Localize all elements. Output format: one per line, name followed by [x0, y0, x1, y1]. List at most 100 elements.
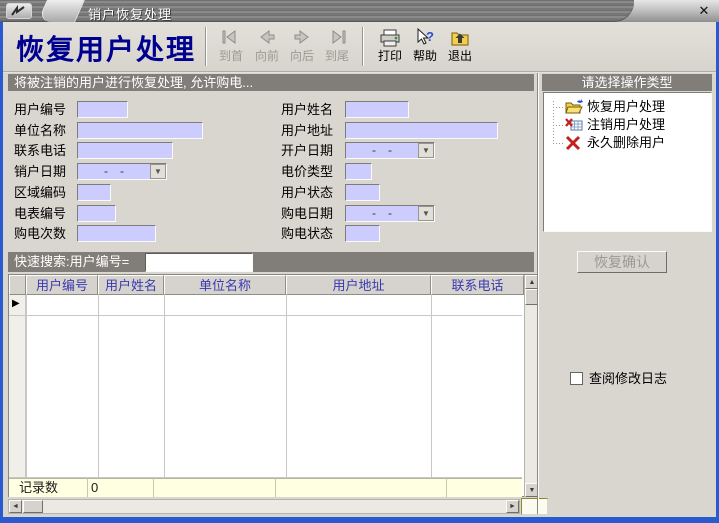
user-name-field[interactable]	[345, 101, 409, 118]
open-folder-icon	[564, 98, 584, 116]
printer-icon	[372, 25, 408, 49]
tree-item-delete-user[interactable]: 永久删除用户	[553, 134, 708, 152]
search-input[interactable]	[145, 253, 253, 272]
region-code-field[interactable]	[77, 184, 111, 201]
unit-name-field[interactable]	[77, 122, 203, 139]
table-header-unit-name[interactable]: 单位名称	[164, 275, 286, 295]
nav-next-button[interactable]: 向后	[284, 25, 320, 69]
nav-last-button[interactable]: 到尾	[319, 25, 355, 69]
panel-divider	[537, 73, 539, 514]
view-log-label: 查阅修改日志	[589, 370, 667, 387]
field-label-user-id: 用户编号	[14, 101, 66, 118]
table-header-user-address[interactable]: 用户地址	[286, 275, 431, 295]
user-address-field[interactable]	[345, 122, 498, 139]
chevron-down-icon[interactable]: ▼	[150, 164, 166, 179]
field-label-user-status: 用户状态	[281, 184, 333, 201]
cancel-date-combo[interactable]: - - ▼	[77, 163, 167, 180]
title-bar: 销户恢复处理 ✕	[0, 0, 719, 22]
svg-text:?: ?	[426, 29, 434, 44]
grid-column-line	[164, 295, 165, 478]
grid-column-line	[431, 295, 432, 478]
grid-column-line	[98, 295, 99, 478]
record-count-label: 记录数	[19, 479, 58, 496]
field-label-purchase-date: 购电日期	[281, 205, 333, 222]
purchase-count-field[interactable]	[77, 225, 156, 242]
field-label-purchase-count: 购电次数	[14, 225, 66, 242]
field-label-unit-name: 单位名称	[14, 122, 66, 139]
user-id-field[interactable]	[77, 101, 128, 118]
user-table: 用户编号 用户姓名 单位名称 用户地址 联系电话 ▶ 记录数 0 ▲ ▼	[8, 274, 538, 497]
operation-type-header: 请选择操作类型	[542, 74, 712, 91]
purchase-date-combo[interactable]: - - ▼	[345, 205, 435, 222]
field-label-user-name: 用户姓名	[281, 101, 333, 118]
field-label-purchase-status: 购电状态	[281, 225, 333, 242]
delete-user-icon	[564, 134, 584, 152]
window-title: 销户恢复处理	[88, 4, 172, 22]
record-count-value: 0	[91, 479, 98, 496]
field-label-price-type: 电价类型	[281, 163, 333, 180]
quick-search-label: 快速搜索:用户编号=	[14, 254, 129, 269]
table-selector-header	[9, 275, 26, 295]
field-label-cancel-date: 销户日期	[14, 163, 66, 180]
nav-prev-button[interactable]: 向前	[249, 25, 285, 69]
chevron-down-icon[interactable]: ▼	[418, 143, 434, 158]
page-title: 恢复用户处理	[16, 28, 196, 68]
field-label-region-code: 区域编码	[14, 184, 66, 201]
grid-column-line	[286, 295, 287, 478]
toolbar: 恢复用户处理 到首 向前 向后 到尾	[3, 22, 716, 71]
prev-record-icon	[249, 25, 285, 49]
nav-first-button[interactable]: 到首	[213, 25, 249, 69]
scroll-right-icon[interactable]: ►	[506, 500, 519, 513]
row-selector-column	[9, 295, 26, 478]
summary-cell-line	[153, 478, 154, 497]
deregister-user-icon	[564, 116, 584, 134]
window-border-left	[0, 22, 3, 523]
view-log-checkbox[interactable]	[570, 372, 583, 385]
grid-column-line	[26, 295, 27, 478]
tree-item-deregister-user[interactable]: 注销用户处理	[553, 116, 708, 134]
last-record-icon	[319, 25, 355, 49]
toolbar-separator	[362, 27, 364, 66]
close-icon[interactable]: ✕	[695, 3, 713, 19]
meter-id-field[interactable]	[77, 205, 116, 222]
purchase-status-field[interactable]	[345, 225, 380, 242]
tree-line	[553, 107, 564, 108]
app-window: 销户恢复处理 ✕ 恢复用户处理 到首 向前 向后	[0, 0, 719, 523]
horizontal-scrollbar-thumb[interactable]	[23, 500, 43, 513]
summary-cell-line	[275, 478, 276, 497]
operation-tree: 恢复用户处理 注销用户处理 永久删除用户	[543, 92, 712, 232]
scroll-left-icon[interactable]: ◄	[9, 500, 22, 513]
app-logo-icon	[6, 3, 32, 19]
grid-corner-box	[521, 498, 548, 515]
tree-line	[553, 125, 564, 126]
exit-button[interactable]: 退出	[442, 25, 478, 69]
field-label-open-date: 开户日期	[281, 142, 333, 159]
summary-cell-line	[446, 478, 447, 497]
open-date-combo[interactable]: - - ▼	[345, 142, 435, 159]
table-row[interactable]	[9, 315, 522, 316]
table-header-user-id[interactable]: 用户编号	[26, 275, 98, 295]
help-button[interactable]: ? 帮助	[407, 25, 443, 69]
table-vertical-scrollbar[interactable]: ▲ ▼	[524, 275, 538, 497]
field-label-phone: 联系电话	[14, 142, 66, 159]
table-header-user-name[interactable]: 用户姓名	[98, 275, 164, 295]
window-border-bottom	[0, 517, 719, 523]
field-label-user-address: 用户地址	[281, 122, 333, 139]
help-cursor-icon: ?	[407, 25, 443, 49]
form-section-header: 将被注销的用户进行恢复处理, 允许购电...	[8, 74, 534, 91]
print-button[interactable]: 打印	[372, 25, 408, 69]
contact-phone-field[interactable]	[77, 142, 173, 159]
next-record-icon	[284, 25, 320, 49]
field-label-meter-id: 电表编号	[14, 205, 66, 222]
user-status-field[interactable]	[345, 184, 380, 201]
restore-confirm-button[interactable]: 恢复确认	[577, 251, 667, 273]
table-horizontal-scrollbar[interactable]: ◄ ►	[8, 499, 520, 514]
table-header-phone[interactable]: 联系电话	[431, 275, 524, 295]
chevron-down-icon[interactable]: ▼	[418, 206, 434, 221]
tree-item-restore-user[interactable]: 恢复用户处理	[553, 98, 708, 116]
exit-folder-icon	[442, 25, 478, 49]
first-record-icon	[213, 25, 249, 49]
summary-cell-line	[87, 478, 88, 497]
price-type-field[interactable]	[345, 163, 372, 180]
tree-line	[553, 143, 564, 144]
